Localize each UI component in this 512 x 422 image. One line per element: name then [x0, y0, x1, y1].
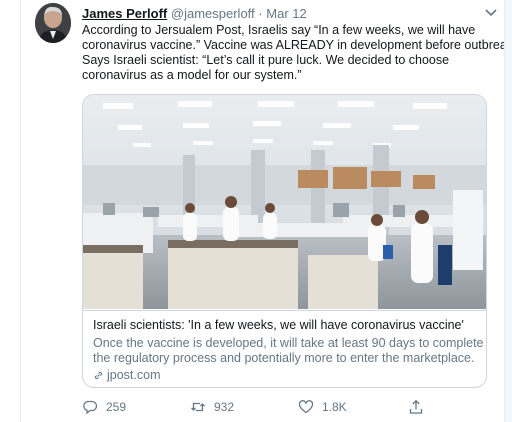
left-rail — [0, 0, 21, 422]
like-icon — [298, 400, 314, 414]
card-title[interactable]: Israeli scientists: 'In a few weeks, we … — [93, 318, 478, 333]
retweet-icon — [191, 402, 205, 412]
share-icon — [409, 399, 423, 414]
card-domain-text[interactable]: jpost.com — [107, 368, 161, 383]
tweet-text-line: According to Jersualem Post, Israelis sa… — [82, 23, 476, 37]
reply-icon — [83, 400, 98, 415]
tweet-date[interactable]: Mar 12 — [266, 6, 306, 21]
link-card[interactable]: Israeli scientists: 'In a few weeks, we … — [82, 94, 487, 388]
card-description-line: the regulatory process and potentially m… — [93, 351, 475, 365]
author-name[interactable]: James Perloff — [82, 6, 167, 21]
tweet-text-line: Says Israeli scientist: “Let’s call it p… — [82, 53, 450, 67]
card-description: Once the vaccine is developed, it will t… — [93, 336, 484, 366]
tweet-text-line: coronavirus as a model for our system.” — [82, 68, 302, 82]
tweet-header: James Perloff @jamesperloff · Mar 12 — [82, 6, 492, 22]
reply-button[interactable]: 259 — [82, 397, 126, 417]
card-image[interactable] — [83, 95, 486, 309]
card-description-line: Once the vaccine is developed, it will t… — [93, 336, 484, 350]
tweet-text-line: coronavirus vaccine.” Vaccine was ALREAD… — [82, 38, 512, 52]
retweet-count: 932 — [214, 400, 235, 414]
like-button[interactable]: 1.8K — [298, 397, 347, 417]
card-domain[interactable]: jpost.com — [93, 368, 478, 383]
link-icon — [94, 371, 103, 380]
reply-count: 259 — [106, 400, 127, 414]
avatar[interactable] — [35, 3, 71, 43]
scrollbar[interactable] — [504, 0, 512, 422]
author-handle[interactable]: @jamesperloff — [171, 6, 255, 21]
tweet[interactable]: James Perloff @jamesperloff · Mar 12 Acc… — [22, 0, 512, 422]
like-count: 1.8K — [322, 400, 347, 414]
chevron-down-icon[interactable] — [485, 8, 497, 18]
card-body[interactable]: Israeli scientists: 'In a few weeks, we … — [83, 310, 486, 387]
share-button[interactable] — [408, 397, 432, 417]
tweet-text: According to Jersualem Post, Israelis sa… — [82, 23, 512, 83]
header-separator: · — [258, 6, 263, 21]
tweet-actions: 259 932 1.8K — [82, 397, 492, 417]
retweet-button[interactable]: 932 — [190, 397, 234, 417]
